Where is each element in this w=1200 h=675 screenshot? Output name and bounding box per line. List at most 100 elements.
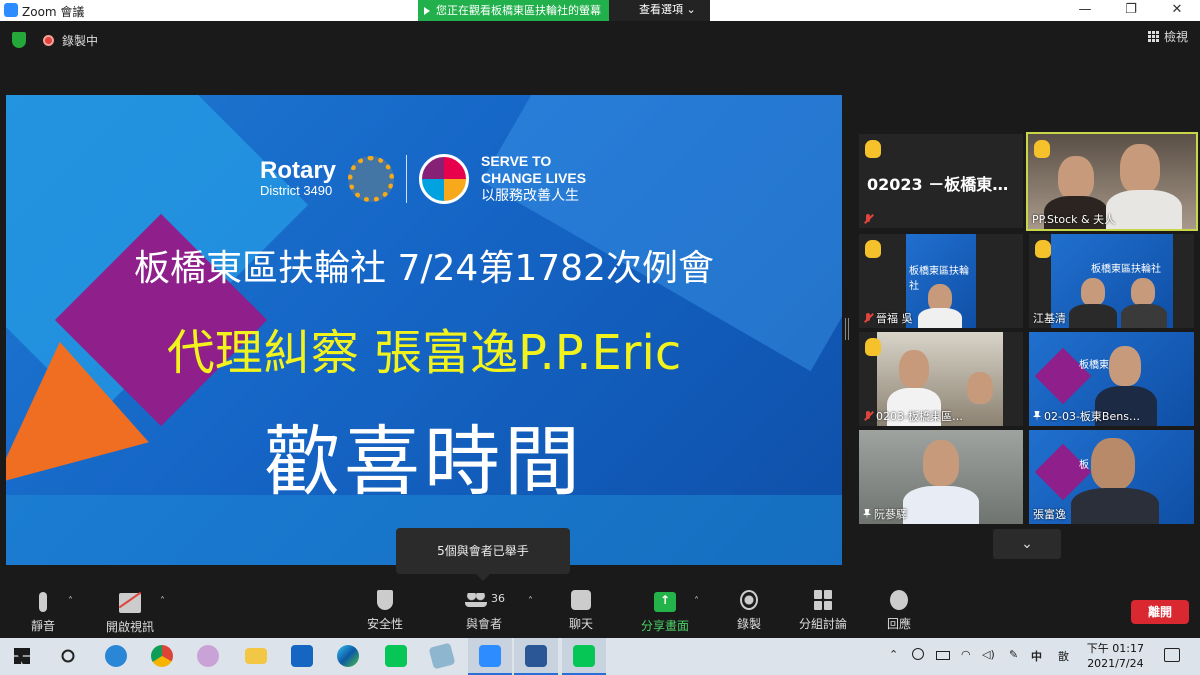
emoji-reaction-icon [890, 590, 908, 610]
video-body [1106, 190, 1182, 229]
edge-icon [337, 645, 359, 667]
pin-icon [1033, 411, 1041, 421]
security-shield-icon [377, 590, 393, 610]
start-video-button[interactable]: 開啟視訊 [104, 590, 156, 635]
chevron-down-icon: ⌄ [1021, 536, 1033, 552]
video-face [1120, 144, 1160, 194]
participant-tile[interactable]: 板 張富逸 [1029, 430, 1194, 524]
tray-overflow-icon[interactable]: ⌃ [889, 648, 898, 661]
view-options-button[interactable]: 查看選項 ⌄ [609, 0, 710, 21]
notes-icon [428, 642, 456, 670]
video-body [903, 486, 979, 524]
minimize-button[interactable]: — [1062, 0, 1108, 21]
muted-mic-icon [863, 411, 873, 421]
view-layout-button[interactable]: 檢視 [1147, 28, 1188, 45]
recording-dot-icon [43, 35, 54, 46]
window-title: Zoom 會議 [22, 5, 85, 19]
video-options-caret[interactable]: ˄ [160, 596, 165, 607]
audio-options-caret[interactable]: ˄ [68, 596, 73, 607]
video-face [923, 440, 959, 486]
ime-indicator[interactable]: 㪚 [1058, 648, 1069, 664]
mute-button[interactable]: 靜音 [28, 590, 58, 634]
line-icon [385, 645, 407, 667]
share-screen-arrow-icon: ↑ [654, 592, 676, 612]
logo-divider [406, 154, 408, 203]
maximize-button[interactable]: ❐ [1108, 0, 1154, 21]
taskbar-line[interactable] [384, 644, 408, 668]
record-icon [740, 590, 758, 610]
raised-hands-tooltip[interactable]: 5個與會者已舉手 [396, 528, 570, 581]
window-titlebar: Zoom 會議 您正在觀看板橋東區扶輪社的螢幕 查看選項 ⌄ — ❐ ✕ [0, 0, 1200, 21]
chat-bubble-icon [571, 590, 591, 610]
pen-icon[interactable]: ✎ [1009, 648, 1018, 661]
taskbar-zoom[interactable] [468, 638, 512, 675]
participant-status [863, 214, 873, 224]
taskbar-word[interactable] [514, 638, 558, 675]
chat-button[interactable]: 聊天 [566, 590, 596, 632]
participant-tile[interactable]: 0203-板橋東區… [859, 332, 1023, 426]
tray-app-icon[interactable] [912, 648, 924, 660]
video-body [1071, 488, 1159, 524]
participant-tile[interactable]: 阮蔘驛 [859, 430, 1023, 524]
reactions-button[interactable]: 回應 [884, 590, 914, 632]
battery-icon[interactable] [936, 651, 950, 660]
volume-icon[interactable]: ◁) [982, 648, 995, 661]
taskbar-outlook[interactable] [290, 644, 314, 668]
taskbar-chrome[interactable] [150, 644, 174, 668]
close-button[interactable]: ✕ [1154, 0, 1200, 21]
slide-sergeant-line: 代理糾察 張富逸P.P.Eric [166, 325, 682, 381]
panel-splitter-handle[interactable] [845, 318, 849, 340]
ime-mode-indicator[interactable]: 中 [1031, 648, 1042, 664]
wifi-icon[interactable]: ◠ [961, 648, 971, 661]
gallery-next-page-button[interactable]: ⌄ [993, 529, 1061, 559]
participants-button[interactable]: 36 與會者 [462, 590, 506, 632]
rotary-logo: Rotary District 3490 SERVE TO CHANGE LIV… [260, 153, 586, 204]
participant-name: 02-03-板東Bens… [1033, 408, 1140, 424]
taskbar-line-2[interactable] [562, 638, 606, 675]
taskbar-ie[interactable] [104, 644, 128, 668]
microphone-icon [39, 592, 47, 612]
clock-time: 下午 01:17 [1086, 642, 1144, 655]
rotary-wordmark: Rotary District 3490 [260, 157, 337, 199]
folder-icon [245, 648, 267, 664]
video-face [1058, 156, 1094, 200]
raised-hand-icon [865, 338, 881, 356]
participant-tile[interactable]: 02023 －板橋東… [859, 134, 1023, 228]
video-face [1091, 438, 1135, 490]
record-button[interactable]: 錄製 [734, 590, 764, 632]
video-face [1081, 278, 1105, 306]
video-face [967, 372, 993, 404]
video-body [1069, 304, 1117, 328]
taskbar-edge[interactable] [336, 644, 360, 668]
system-clock[interactable]: 下午 01:17 2021/7/24 [1087, 641, 1144, 671]
participant-name-large: 02023 －板橋東… [867, 175, 1009, 194]
slide-happy-time: 歡喜時間 [264, 417, 584, 506]
meeting-status-bar: 錄製中 檢視 [0, 21, 1200, 61]
raised-hand-icon [865, 240, 881, 258]
participant-tile[interactable]: 板橋東區扶輪社 江基清 [1029, 234, 1194, 328]
share-screen-button[interactable]: ↑ 分享畫面 [640, 590, 690, 634]
start-button[interactable] [10, 644, 34, 668]
participant-tile-active-speaker[interactable]: PP.Stock & 夫人 [1026, 132, 1198, 231]
video-off-icon [119, 593, 141, 613]
search-button[interactable] [56, 644, 80, 668]
taskbar-explorer[interactable] [244, 644, 268, 668]
participant-tile[interactable]: 板橋東區扶輪社 晉福 吳 [859, 234, 1023, 328]
raised-hand-icon [1034, 140, 1050, 158]
security-button[interactable]: 安全性 [364, 590, 406, 632]
viewing-indicator: 您正在觀看板橋東區扶輪社的螢幕 [418, 0, 609, 21]
taskbar-app[interactable] [196, 644, 220, 668]
participants-options-caret[interactable]: ˄ [528, 596, 533, 607]
taskbar-app2[interactable] [428, 642, 456, 670]
meeting-toolbar: 靜音 ˄ 開啟視訊 ˄ 安全性 36 與會者 ˄ 聊天 ↑ 分享畫面 ˄ 錄製 … [0, 584, 1200, 638]
participant-tile[interactable]: 板橋東 02-03-板東Bens… [1029, 332, 1194, 426]
leave-meeting-button[interactable]: 離開 [1131, 600, 1189, 624]
muted-mic-icon [863, 214, 873, 224]
share-options-caret[interactable]: ˄ [694, 596, 699, 607]
breakout-rooms-button[interactable]: 分組討論 [798, 590, 848, 632]
breakout-rooms-icon [814, 590, 832, 610]
participant-name: 晉福 吳 [863, 310, 913, 326]
recording-label[interactable]: 錄製中 [62, 32, 98, 49]
notification-center-icon[interactable] [1164, 648, 1180, 662]
encryption-shield-icon[interactable] [12, 32, 26, 48]
